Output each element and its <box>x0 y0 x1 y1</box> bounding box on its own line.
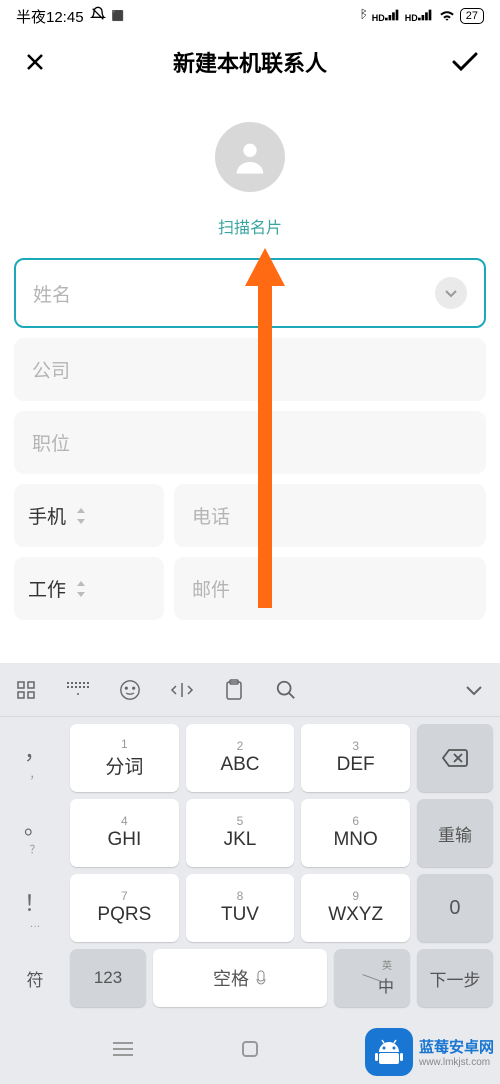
kb-backspace[interactable] <box>417 724 493 792</box>
kb-next[interactable]: 下一步 <box>417 949 493 1007</box>
status-bar: 半夜12:45 ⬛ HD HD 27 <box>0 0 500 32</box>
wifi-icon <box>438 7 456 25</box>
nav-menu[interactable] <box>108 1034 138 1064</box>
kb-symbol[interactable]: 符 <box>7 949 63 1007</box>
kb-key-5[interactable]: 5JKL <box>186 799 295 867</box>
kb-keyboard-icon[interactable] <box>64 676 92 704</box>
scan-card-button[interactable]: 扫描名片 <box>218 214 282 238</box>
phone-row: 手机 电话 <box>14 484 486 547</box>
kb-space[interactable]: 空格 <box>153 949 327 1007</box>
company-placeholder: 公司 <box>32 356 468 383</box>
nav-home[interactable] <box>235 1034 265 1064</box>
battery-icon: 27 <box>460 8 484 24</box>
kb-search-icon[interactable] <box>272 676 300 704</box>
watermark-logo <box>365 1028 413 1076</box>
expand-name-button[interactable] <box>435 277 467 309</box>
close-button[interactable] <box>20 47 50 77</box>
dnd-icon <box>90 6 106 26</box>
name-placeholder: 姓名 <box>33 280 435 307</box>
kb-key-6[interactable]: 6MNO <box>301 799 410 867</box>
kb-key-8[interactable]: 8TUV <box>186 874 295 942</box>
kb-comma[interactable]: ，， <box>7 724 63 792</box>
email-field[interactable]: 邮件 <box>174 557 486 620</box>
kb-clipboard-icon[interactable] <box>220 676 248 704</box>
phone-type-selector[interactable]: 手机 <box>14 484 164 547</box>
kb-key-2[interactable]: 2ABC <box>186 724 295 792</box>
voice-icon: ⬛ <box>112 11 124 22</box>
kb-num-switch[interactable]: 123 <box>70 949 146 1007</box>
kb-exclaim[interactable]: ！… <box>7 874 63 942</box>
contact-form: 姓名 公司 职位 手机 电话 工作 <box>0 258 500 620</box>
kb-cursor-icon[interactable] <box>168 676 196 704</box>
kb-lang-switch[interactable]: 英中 <box>334 949 410 1007</box>
signal-icon-2: HD <box>405 9 434 23</box>
watermark-url: www.lmkjst.com <box>419 1057 490 1068</box>
avatar-section: 扫描名片 <box>0 92 500 258</box>
page-title: 新建本机联系人 <box>173 46 327 78</box>
avatar-placeholder[interactable] <box>215 122 285 192</box>
kb-key-1[interactable]: 1分词 <box>70 724 179 792</box>
watermark: 蓝莓安卓网 www.lmkjst.com <box>365 1028 494 1076</box>
signal-icon-1: HD <box>372 9 401 23</box>
name-field[interactable]: 姓名 <box>14 258 486 328</box>
kb-period[interactable]: 。？ <box>7 799 63 867</box>
keyboard: ，， 1分词 2ABC 3DEF 。？ 4GHI 5JKL 6MNO 重输 ！…… <box>0 663 500 1014</box>
kb-key-3[interactable]: 3DEF <box>301 724 410 792</box>
position-placeholder: 职位 <box>32 429 468 456</box>
kb-zero[interactable]: 0 <box>417 874 493 942</box>
selector-arrows-icon <box>76 508 86 524</box>
watermark-title: 蓝莓安卓网 <box>419 1036 494 1057</box>
kb-key-4[interactable]: 4GHI <box>70 799 179 867</box>
phone-field[interactable]: 电话 <box>174 484 486 547</box>
email-type-selector[interactable]: 工作 <box>14 557 164 620</box>
status-time: 半夜12:45 <box>16 6 84 27</box>
selector-arrows-icon <box>76 581 86 597</box>
company-field[interactable]: 公司 <box>14 338 486 401</box>
confirm-button[interactable] <box>450 47 480 77</box>
keyboard-toolbar <box>0 663 500 717</box>
kb-retype[interactable]: 重输 <box>417 799 493 867</box>
kb-collapse-icon[interactable] <box>460 676 488 704</box>
position-field[interactable]: 职位 <box>14 411 486 474</box>
kb-emoji-icon[interactable] <box>116 676 144 704</box>
email-row: 工作 邮件 <box>14 557 486 620</box>
kb-grid-icon[interactable] <box>12 676 40 704</box>
bluetooth-icon <box>356 7 368 25</box>
kb-key-7[interactable]: 7PQRS <box>70 874 179 942</box>
kb-key-9[interactable]: 9WXYZ <box>301 874 410 942</box>
header: 新建本机联系人 <box>0 32 500 92</box>
